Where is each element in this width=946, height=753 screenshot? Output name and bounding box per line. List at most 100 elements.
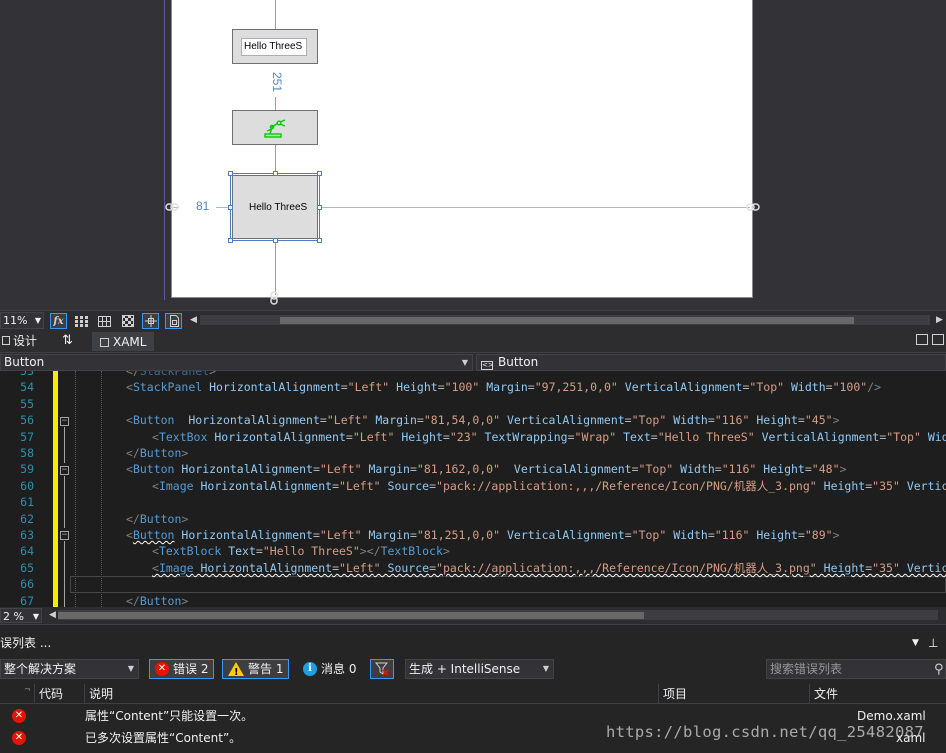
chain-link-right-icon[interactable]: [746, 202, 760, 212]
horizontal-split-icon[interactable]: [932, 334, 944, 345]
line-number: 53: [20, 371, 34, 378]
element-tag-icon: <>: [481, 361, 494, 370]
resize-handle-tl[interactable]: [228, 171, 233, 176]
transparency-toggle[interactable]: [119, 313, 136, 329]
design-artboard[interactable]: 251 81 Hello ThreeS Hello ThreeS: [171, 0, 753, 298]
code-line-56: <Button HorizontalAlignment="Left" Margi…: [126, 413, 840, 428]
collapse-region-icon[interactable]: −: [60, 417, 69, 426]
designer-hscroll-thumb[interactable]: [280, 317, 854, 324]
line-number: 63: [20, 528, 34, 542]
scroll-right-arrow-icon[interactable]: ▶: [936, 315, 943, 325]
scope-dropdown-left[interactable]: Button ▼: [0, 354, 473, 371]
build-filter-value: 生成 + IntelliSense: [409, 662, 521, 676]
column-file-label: 文件: [814, 687, 839, 701]
design-button-textbox[interactable]: Hello ThreeS: [232, 29, 318, 64]
device-preview-toggle[interactable]: [165, 313, 182, 329]
error-list-header: ¬ 代码 说明 项目 文件: [0, 684, 946, 704]
warning-icon: !: [228, 662, 244, 678]
resize-handle-b[interactable]: [273, 238, 278, 243]
resize-handle-tr[interactable]: [317, 171, 322, 176]
column-project-label: 项目: [663, 687, 688, 701]
tab-xaml[interactable]: XAML: [92, 332, 154, 351]
robot-arm-icon: [264, 119, 286, 138]
error-list-title-bar: 误列表 ... ▼ ⊥: [0, 633, 946, 653]
editor-zoom-dropdown[interactable]: 2 % ▼: [0, 608, 42, 623]
zoom-value: 11%: [3, 314, 28, 327]
chevron-down-icon: ▼: [542, 664, 549, 673]
search-icon[interactable]: ⚲: [934, 662, 944, 677]
checkerboard-icon: [121, 315, 134, 327]
error-icon: ✕: [12, 709, 26, 723]
scope-filter-value: 整个解决方案: [4, 662, 77, 676]
designer-hscrollbar[interactable]: [200, 315, 930, 325]
fx-icon: fx: [53, 315, 64, 327]
resize-handle-l[interactable]: [228, 205, 233, 210]
design-view-icon: [2, 336, 10, 345]
errors-filter-button[interactable]: ✕ 错误 2: [149, 659, 215, 679]
column-header-description[interactable]: 说明: [84, 684, 658, 704]
column-header-file[interactable]: 文件: [809, 684, 946, 704]
scope-right-value: Button: [498, 355, 539, 369]
column-description-label: 说明: [89, 687, 114, 701]
designer-tab-strip: 设计 ⇅ XAML: [0, 330, 946, 352]
resize-handle-t[interactable]: [273, 171, 278, 176]
margin-left-label: 81: [196, 199, 210, 213]
indent-guide: [75, 371, 76, 607]
column-header-code[interactable]: 代码: [34, 684, 84, 704]
scope-filter-dropdown[interactable]: 整个解决方案 ▼: [0, 659, 139, 679]
editor-hscroll-thumb[interactable]: [58, 612, 644, 619]
editor-hscrollbar[interactable]: [58, 610, 938, 620]
collapse-region-icon[interactable]: −: [60, 466, 69, 475]
fx-effects-toggle[interactable]: fx: [50, 313, 67, 329]
margin-guide-vertical: [275, 145, 276, 171]
dropdown-menu-icon[interactable]: ▼: [912, 633, 919, 653]
chevron-down-icon: ▼: [127, 664, 134, 673]
code-line-62: </Button>: [126, 511, 189, 526]
margin-top-label: 251: [270, 72, 284, 93]
column-header-icon-sort[interactable]: ¬: [0, 684, 34, 704]
designer-toolbar: 11% ▼ fx ◀ ▶: [0, 310, 946, 330]
resize-handle-r[interactable]: [317, 205, 322, 210]
editor-status-bar: 2 % ▼ ◀: [0, 607, 946, 624]
scroll-left-arrow-icon[interactable]: ◀: [190, 315, 197, 325]
swap-panes-button[interactable]: ⇅: [62, 332, 73, 351]
resize-handle-br[interactable]: [317, 238, 322, 243]
scope-dropdown-right[interactable]: <> Button: [476, 354, 946, 371]
filter-toggle-button[interactable]: [370, 659, 394, 679]
xaml-code-editor[interactable]: 53 54 55 56 57 58 59 60 61 62 63 64 65 6…: [0, 371, 946, 607]
warnings-filter-button[interactable]: ! 警告 1: [222, 659, 290, 679]
zoom-dropdown[interactable]: 11% ▼: [0, 312, 44, 329]
line-number: 54: [20, 380, 34, 395]
code-line-65: <Image HorizontalAlignment="Left" Source…: [152, 560, 946, 575]
build-filter-dropdown[interactable]: 生成 + IntelliSense ▼: [405, 659, 554, 679]
split-orientation-buttons: [916, 334, 944, 345]
code-line-60: <Image HorizontalAlignment="Left" Source…: [152, 478, 946, 493]
error-list-toolbar: 整个解决方案 ▼ ✕ 错误 2 ! 警告 1 i 消息 0 生成 + IntelliSe…: [0, 657, 946, 681]
scroll-left-arrow-icon[interactable]: ◀: [49, 610, 56, 620]
snap-snaplines-toggle[interactable]: [142, 313, 159, 329]
code-line-67: </Button>: [126, 593, 189, 607]
chevron-down-icon: ▼: [34, 316, 41, 325]
error-search-input[interactable]: 搜索错误列表: [766, 659, 946, 679]
resize-handle-bl[interactable]: [228, 238, 233, 243]
design-textbox[interactable]: Hello ThreeS: [241, 38, 307, 56]
line-number: 58: [20, 446, 34, 460]
chain-link-bottom-icon[interactable]: [269, 291, 279, 305]
chain-link-left-icon[interactable]: [165, 202, 179, 212]
line-number: 67: [20, 593, 34, 607]
line-number: 62: [20, 511, 34, 526]
grid-toggle[interactable]: [73, 313, 90, 329]
line-number: 66: [20, 577, 34, 592]
code-line-63: <Button HorizontalAlignment="Left" Margi…: [126, 528, 840, 542]
collapse-region-icon[interactable]: −: [60, 531, 69, 540]
xaml-designer: 251 81 Hello ThreeS Hello ThreeS: [0, 0, 946, 310]
tab-design[interactable]: 设计: [0, 332, 37, 351]
messages-filter-button[interactable]: i 消息 0: [297, 659, 362, 679]
design-button-image[interactable]: [232, 110, 318, 145]
pin-icon[interactable]: ⊥: [928, 633, 938, 653]
vertical-split-icon[interactable]: [916, 334, 928, 345]
column-header-project[interactable]: 项目: [658, 684, 809, 704]
snap-gridlines-toggle[interactable]: [96, 313, 113, 329]
margin-guide-vertical: [275, 243, 276, 295]
line-number: 60: [20, 478, 34, 493]
